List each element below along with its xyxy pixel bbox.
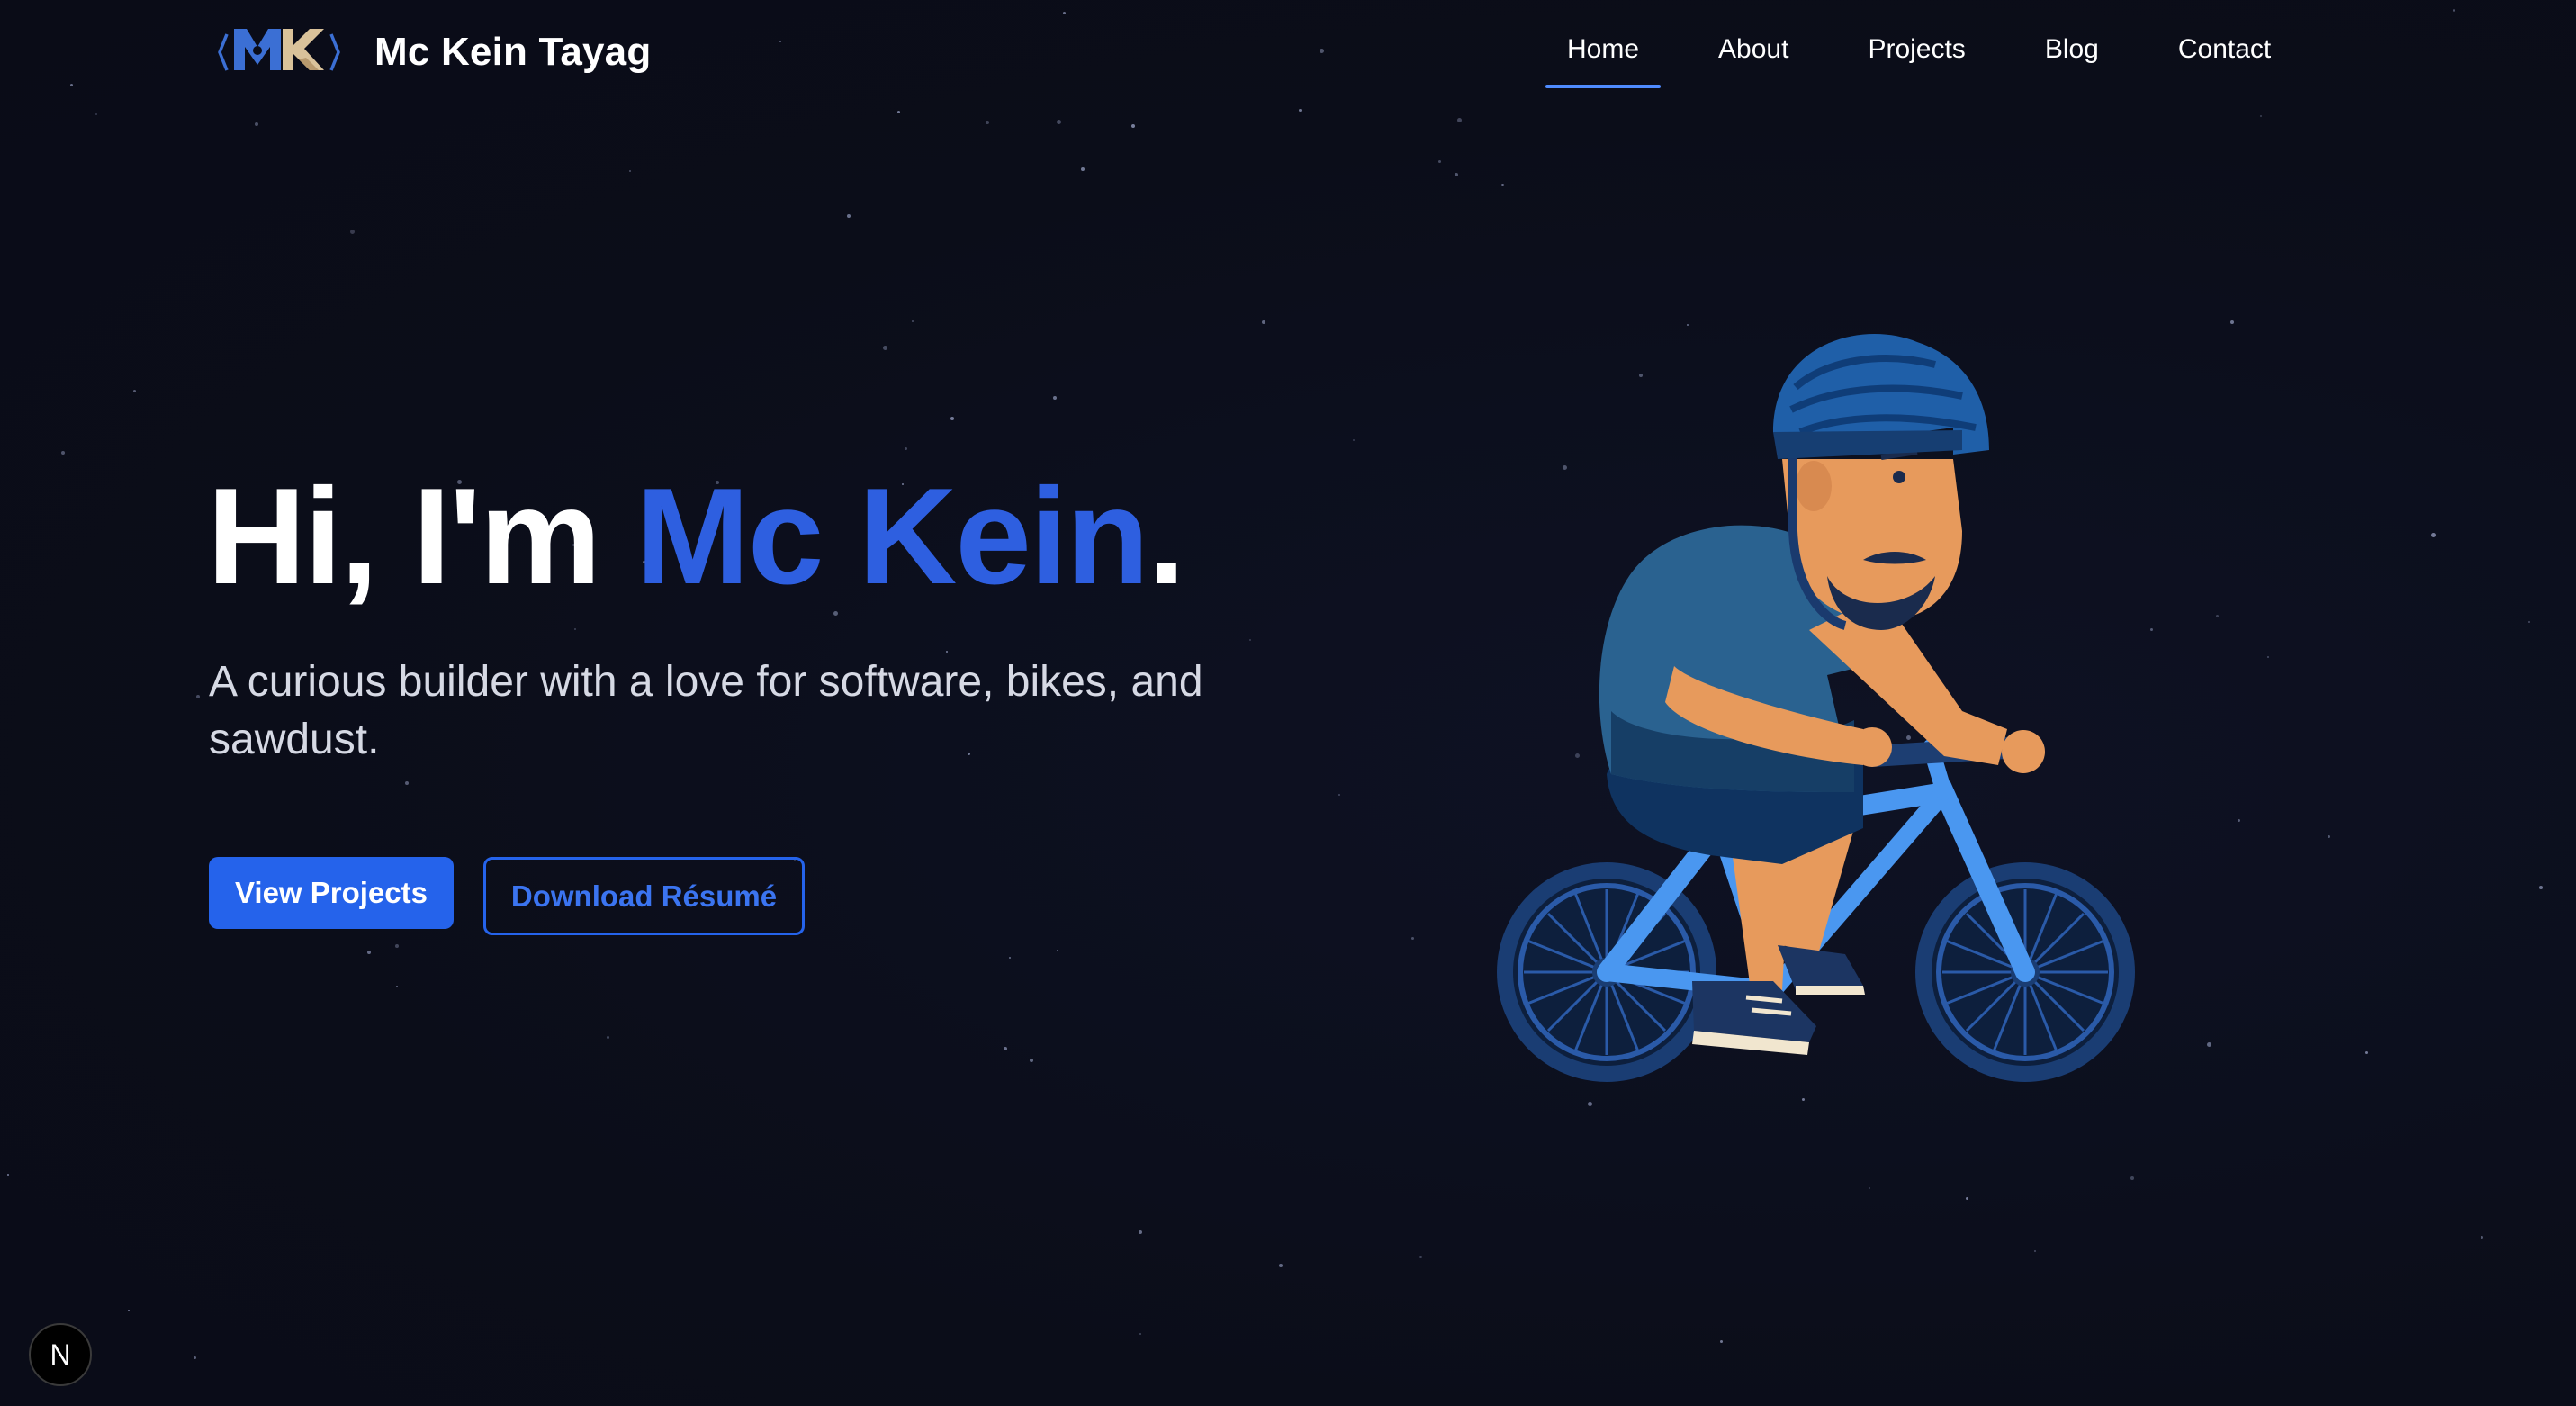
star-dot	[1249, 639, 1251, 641]
star-dot	[1057, 120, 1061, 124]
star-dot	[1455, 173, 1458, 176]
star-dot	[350, 230, 355, 234]
star-dot	[255, 122, 258, 126]
star-dot	[1438, 160, 1441, 163]
star-dot	[1353, 439, 1355, 441]
star-dot	[367, 951, 371, 954]
page: Mc Kein Tayag Home About Projects Blog C…	[0, 0, 2576, 1406]
view-projects-button[interactable]: View Projects	[209, 857, 454, 929]
hero-title-name: Mc Kein	[635, 460, 1149, 613]
star-dot	[905, 447, 907, 450]
star-dot	[2431, 533, 2436, 537]
star-dot	[1338, 794, 1340, 796]
star-dot	[1966, 1197, 1968, 1200]
star-dot	[1004, 1047, 1007, 1050]
star-dot	[2365, 1051, 2368, 1054]
star-dot	[196, 695, 200, 698]
star-dot	[946, 651, 948, 653]
star-dot	[2216, 615, 2219, 617]
star-dot	[897, 111, 900, 113]
star-dot	[2130, 1176, 2134, 1180]
star-dot	[1053, 396, 1057, 400]
star-dot	[7, 1174, 9, 1176]
mk-logo-icon	[218, 29, 340, 71]
download-resume-button[interactable]: Download Résumé	[483, 857, 805, 935]
star-dot	[986, 121, 989, 124]
star-dot	[95, 113, 97, 115]
star-dot	[2230, 320, 2234, 324]
star-dot	[1419, 1256, 1422, 1258]
star-dot	[2328, 835, 2330, 838]
star-dot	[1057, 950, 1058, 951]
nav-contact[interactable]: Contact	[2157, 27, 2292, 72]
nav-about[interactable]: About	[1697, 27, 1810, 72]
star-dot	[2528, 621, 2530, 623]
star-dot	[1081, 167, 1085, 171]
star-dot	[133, 390, 136, 392]
rider-helmet	[1773, 333, 1989, 459]
star-dot	[395, 944, 399, 948]
star-dot	[912, 320, 914, 322]
star-dot	[2260, 115, 2262, 117]
nav-blog[interactable]: Blog	[2023, 27, 2121, 72]
star-dot	[405, 781, 409, 785]
star-dot	[128, 1310, 130, 1311]
star-dot	[847, 214, 851, 218]
hero-subtitle: A curious builder with a love for softwa…	[209, 658, 1203, 763]
star-dot	[1501, 184, 1504, 186]
brand-name: Mc Kein Tayag	[374, 30, 652, 74]
star-dot	[2481, 1236, 2483, 1239]
rider-head	[1782, 441, 1962, 630]
nav-projects[interactable]: Projects	[1846, 27, 1986, 72]
cyclist-illustration	[1497, 333, 2135, 1082]
hero-title-prefix: Hi, I'm	[207, 460, 636, 613]
star-dot	[1411, 937, 1414, 940]
hero-title: Hi, I'm Mc Kein.	[207, 468, 1185, 605]
site-header: Mc Kein Tayag Home About Projects Blog C…	[0, 0, 2576, 104]
star-dot	[1030, 1059, 1033, 1062]
main-nav: Home About Projects Blog Contact	[1545, 27, 2328, 88]
star-dot	[1869, 1187, 1870, 1189]
star-dot	[2034, 1250, 2036, 1252]
star-dot	[1131, 124, 1135, 128]
nav-home[interactable]: Home	[1545, 27, 1662, 88]
star-dot	[396, 986, 398, 987]
star-dot	[607, 1036, 609, 1039]
star-dot	[1139, 1230, 1142, 1234]
star-dot	[1139, 1333, 1141, 1335]
star-dot	[1720, 1340, 1723, 1343]
brand-link[interactable]: Mc Kein Tayag	[216, 23, 651, 81]
star-dot	[2207, 1042, 2211, 1047]
star-dot	[1009, 957, 1011, 959]
star-dot	[61, 451, 65, 455]
star-dot	[194, 1356, 196, 1359]
star-dot	[883, 346, 887, 350]
star-dot	[629, 170, 631, 172]
star-dot	[1457, 118, 1462, 122]
star-dot	[2267, 656, 2269, 658]
star-dot	[1262, 320, 1265, 324]
star-dot	[950, 417, 954, 420]
star-dot	[574, 628, 576, 630]
star-dot	[1299, 109, 1302, 112]
hero-title-suffix: .	[1147, 460, 1185, 613]
nextjs-dev-badge[interactable]: N	[29, 1323, 92, 1386]
star-dot	[2238, 819, 2240, 822]
star-dot	[1279, 1264, 1283, 1267]
star-dot	[2539, 886, 2543, 889]
